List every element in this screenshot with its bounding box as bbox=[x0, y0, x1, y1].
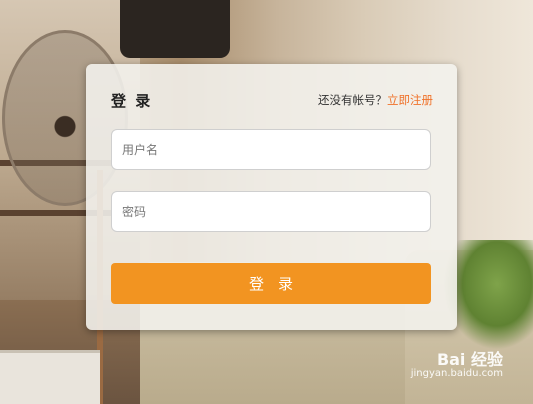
watermark-url: jingyan.baidu.com bbox=[410, 368, 503, 379]
login-title: 登 录 bbox=[111, 92, 153, 110]
password-field bbox=[111, 191, 431, 232]
register-link[interactable]: 立即注册 bbox=[387, 93, 433, 107]
background-lamp bbox=[120, 0, 230, 58]
username-field bbox=[111, 129, 431, 170]
login-button[interactable]: 登录 bbox=[111, 263, 431, 304]
background-cabinet bbox=[0, 350, 100, 404]
register-prompt: 还没有帐号？立即注册 bbox=[318, 92, 433, 108]
username-input[interactable] bbox=[112, 130, 430, 169]
login-card: 登 录 还没有帐号？立即注册 登录 bbox=[86, 64, 457, 330]
baidu-jingyan-watermark: Bai 经验 jingyan.baidu.com bbox=[408, 346, 503, 386]
password-input[interactable] bbox=[112, 192, 430, 231]
watermark-logo: Bai 经验 bbox=[436, 350, 503, 369]
register-prompt-text: 还没有帐号？ bbox=[318, 93, 387, 107]
